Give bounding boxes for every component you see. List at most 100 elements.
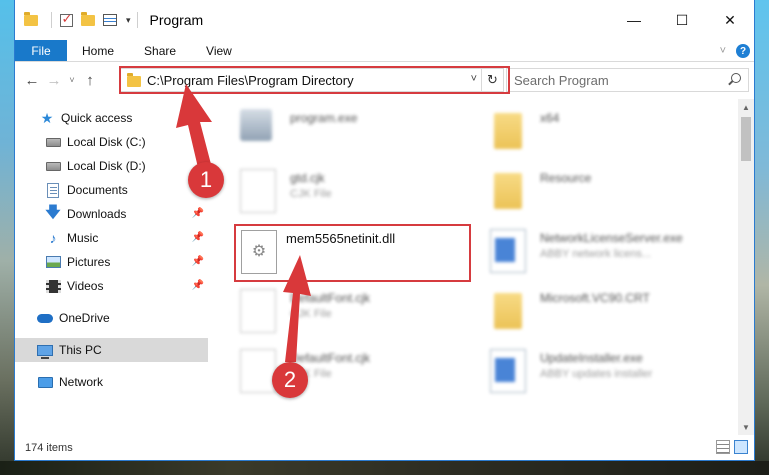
list-item[interactable]: UpdateInstaller.exe ABBY updates install…: [478, 343, 718, 399]
file-icon: [240, 289, 276, 333]
tab-file[interactable]: File: [15, 40, 67, 61]
sidebar-item-label: Quick access: [61, 111, 133, 125]
title-bar: ▾ Program — ☐ ✕: [15, 0, 754, 40]
tab-home[interactable]: Home: [67, 40, 129, 61]
sidebar-item-label: Local Disk (C:): [67, 135, 146, 149]
sidebar-item-label: Music: [67, 231, 99, 245]
address-path: C:\Program Files\Program Directory: [147, 72, 354, 88]
close-button[interactable]: ✕: [706, 0, 754, 40]
scroll-up-icon[interactable]: ▲: [738, 99, 754, 115]
navigation-bar: ← → ˅ ↑ C:\Program Files\Program Directo…: [15, 62, 754, 98]
tab-view[interactable]: View: [191, 40, 247, 61]
expand-ribbon-icon[interactable]: ˅: [720, 45, 726, 57]
folder-icon: [127, 73, 141, 87]
sidebar-item-pictures[interactable]: Pictures 📌: [15, 250, 208, 274]
file-name: Resource: [540, 171, 592, 185]
dll-settings-icon: ⚙: [241, 230, 277, 274]
downloads-icon: 🡇: [45, 203, 61, 221]
up-button[interactable]: ↑: [79, 72, 101, 89]
large-icons-view-icon[interactable]: [734, 440, 748, 454]
pin-icon[interactable]: 📌: [192, 208, 204, 219]
new-folder-icon[interactable]: [80, 11, 96, 28]
pictures-icon: [45, 254, 61, 270]
file-icon: [240, 169, 276, 213]
minimize-button[interactable]: —: [610, 0, 658, 40]
list-item[interactable]: program.exe: [228, 103, 468, 159]
window-controls: — ☐ ✕: [610, 0, 754, 40]
refresh-button[interactable]: ↻: [482, 68, 504, 92]
list-item[interactable]: gtd.cjk CJK File: [228, 163, 468, 219]
forward-button[interactable]: →: [43, 72, 65, 89]
view-toggle: [716, 440, 748, 454]
dll-file-item[interactable]: ⚙ mem5565netinit.dll: [235, 226, 470, 282]
sidebar-item-label: Local Disk (D:): [67, 159, 146, 173]
details-view-icon[interactable]: [716, 440, 730, 454]
divider: [51, 12, 52, 28]
pin-icon[interactable]: 📌: [192, 232, 204, 243]
sidebar-item-documents[interactable]: Documents: [15, 178, 208, 202]
divider: [136, 12, 138, 28]
chevron-down-icon[interactable]: ˅: [471, 73, 477, 85]
maximize-button[interactable]: ☐: [658, 0, 706, 40]
file-name: Microsoft.VC90.CRT: [540, 291, 650, 305]
file-name: UpdateInstaller.exe: [540, 351, 643, 365]
file-name: gtd.cjk: [290, 171, 325, 185]
callout-badge-1: 1: [188, 162, 224, 198]
pin-icon[interactable]: 📌: [192, 256, 204, 267]
file-type: CJK File: [290, 308, 332, 320]
callout-badge-2: 2: [272, 362, 308, 398]
folder-icon: [494, 113, 522, 149]
status-bar: 174 items: [15, 435, 754, 460]
sidebar-item-quick-access[interactable]: ★ Quick access: [15, 106, 208, 130]
file-type: ABBY network licens...: [540, 248, 652, 260]
sidebar-item-label: Documents: [67, 183, 128, 197]
program-icon: [240, 109, 272, 141]
list-item[interactable]: DefaultFont.cjk CJK File: [228, 343, 468, 399]
application-icon: [490, 349, 526, 393]
sidebar-item-videos[interactable]: Videos 📌: [15, 274, 208, 298]
scrollbar-thumb[interactable]: [741, 117, 751, 161]
documents-icon: [45, 182, 61, 198]
item-count: 174 items: [25, 441, 73, 454]
pin-icon[interactable]: 📌: [192, 280, 204, 291]
sidebar-item-this-pc[interactable]: This PC: [15, 338, 208, 362]
properties-icon[interactable]: [102, 12, 118, 28]
file-type: ABBY updates installer: [540, 368, 653, 380]
ribbon-right: ˅ ?: [720, 40, 750, 62]
file-name: x64: [540, 111, 560, 125]
window-title: Program: [149, 12, 204, 28]
quick-access-dropdown-icon[interactable]: ▾: [126, 15, 131, 26]
list-item[interactable]: Resource: [478, 163, 718, 219]
desktop-background-right: [755, 0, 769, 475]
folder-icon: [494, 173, 522, 209]
recent-locations-icon[interactable]: ˅: [65, 75, 79, 85]
list-item[interactable]: x64: [478, 103, 718, 159]
properties-check-icon[interactable]: [58, 11, 74, 28]
file-type: CJK File: [290, 188, 332, 200]
explorer-window: ▾ Program — ☐ ✕ File Home Share View ˅ ?…: [14, 0, 755, 461]
tab-share[interactable]: Share: [129, 40, 191, 61]
address-bar[interactable]: C:\Program Files\Program Directory ˅: [120, 68, 482, 92]
pc-icon: [37, 342, 53, 359]
sidebar-item-onedrive[interactable]: OneDrive: [15, 306, 208, 330]
search-input[interactable]: Search Program: [506, 68, 749, 92]
sidebar-item-music[interactable]: ♪ Music 📌: [15, 226, 208, 250]
file-name: DefaultFont.cjk: [290, 351, 371, 365]
sidebar-item-local-disk-d[interactable]: Local Disk (D:): [15, 154, 208, 178]
scroll-down-icon[interactable]: ▼: [738, 419, 754, 435]
list-item[interactable]: NetworkLicenseServer.exe ABBY network li…: [478, 223, 718, 279]
list-item[interactable]: Microsoft.VC90.CRT: [478, 283, 718, 339]
list-item[interactable]: DefaultFont.cjk CJK File: [228, 283, 468, 339]
application-icon: [490, 229, 526, 273]
sidebar-item-local-disk-c[interactable]: Local Disk (C:): [15, 130, 208, 154]
file-name: program.exe: [290, 111, 358, 125]
back-button[interactable]: ←: [21, 72, 43, 89]
ribbon-tabs: File Home Share View ˅ ?: [15, 40, 754, 62]
help-icon[interactable]: ?: [736, 44, 750, 58]
sidebar-item-network[interactable]: Network: [15, 370, 208, 394]
sidebar-item-label: OneDrive: [59, 311, 110, 325]
vertical-scrollbar[interactable]: ▲ ▼: [738, 99, 754, 435]
sidebar-item-downloads[interactable]: 🡇 Downloads 📌: [15, 202, 208, 226]
file-name: DefaultFont.cjk: [290, 291, 371, 305]
disk-icon: [45, 134, 61, 150]
